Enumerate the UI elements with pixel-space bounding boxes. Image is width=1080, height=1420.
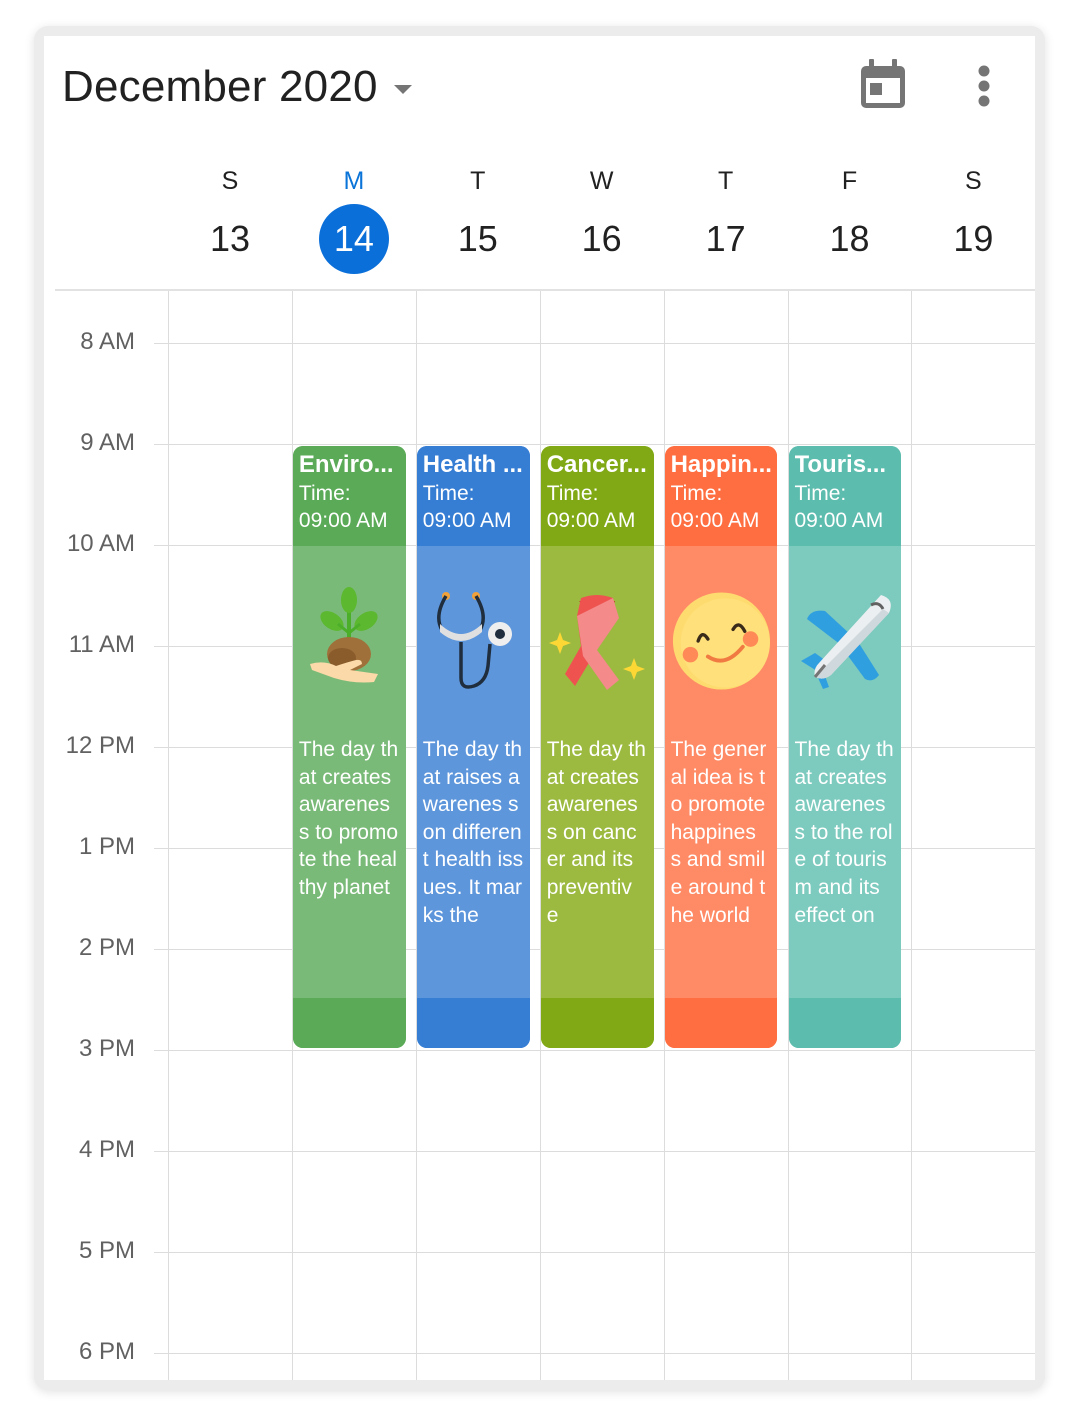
dropdown-caret-icon xyxy=(393,84,412,94)
appointment-footer xyxy=(540,998,654,1048)
more-vert-icon xyxy=(978,65,990,107)
time-label: 8 AM xyxy=(80,328,135,355)
time-label: 12 PM xyxy=(65,732,135,759)
awareness-ribbon-icon xyxy=(547,546,648,736)
hour-line xyxy=(154,1151,1035,1152)
day-header-3[interactable]: W 16 xyxy=(540,164,664,274)
appointment-body: The day that raises awarenes s on differ… xyxy=(416,546,530,998)
appointment-footer xyxy=(292,998,406,1048)
day-number[interactable]: 19 xyxy=(938,204,1008,274)
appointment-body: The day that creates awarenes s on cance… xyxy=(540,546,654,998)
stethoscope-icon xyxy=(423,546,524,736)
day-header-4[interactable]: T 17 xyxy=(664,164,788,274)
day-number[interactable]: 13 xyxy=(195,204,265,274)
appointment-title: Cancer... xyxy=(546,451,647,478)
hour-line xyxy=(154,1353,1035,1354)
appointment-description: The day that creates awarenes s to the r… xyxy=(794,738,894,927)
more-options-button[interactable] xyxy=(969,64,999,110)
appointment-body: The general idea is to promote happines … xyxy=(664,546,778,998)
day-number[interactable]: 17 xyxy=(691,204,761,274)
appointment-time-label: Time: xyxy=(794,482,847,505)
day-header-1[interactable]: M 14 xyxy=(292,164,416,274)
appointment-description: The day that raises awarenes s on differ… xyxy=(422,738,524,927)
appointment-title: Health ... xyxy=(422,451,523,478)
airplane-icon xyxy=(795,546,896,736)
day-name: T xyxy=(717,167,734,195)
appointment-time: 09:00 AM xyxy=(546,509,636,532)
appointment-time-label: Time: xyxy=(670,482,723,505)
appointment-title: Happin... xyxy=(670,451,772,478)
day-header-6[interactable]: S 19 xyxy=(911,164,1035,274)
appointment-time-label: Time: xyxy=(298,482,351,505)
appointment-time-label: Time: xyxy=(546,482,599,505)
plant-in-hand-icon xyxy=(299,546,400,736)
time-label: 5 PM xyxy=(78,1237,135,1264)
time-label: 4 PM xyxy=(78,1136,135,1163)
day-header-5[interactable]: F 18 xyxy=(788,164,912,274)
month-picker[interactable]: December 2020 xyxy=(62,62,412,112)
appointment-time: 09:00 AM xyxy=(298,509,388,532)
time-label: 1 PM xyxy=(78,833,135,860)
appointment-2[interactable]: Cancer... Time: 09:00 AM The day that crea… xyxy=(540,446,654,1048)
appointment-description: The general idea is to promote happines … xyxy=(670,738,767,927)
day-number[interactable]: 16 xyxy=(567,204,637,274)
time-grid[interactable]: 8 AM 9 AM 10 AM 11 AM 12 PM 1 PM 2 PM 3 PM 4 PM 5… xyxy=(44,291,1035,1380)
day-column-divider xyxy=(168,291,169,1380)
appointment-0[interactable]: Enviro... Time: 09:00 AM The day that crea… xyxy=(292,446,406,1048)
day-header-0[interactable]: S 13 xyxy=(168,164,292,274)
appointment-body: The day that creates awarenes s to promo… xyxy=(292,546,406,998)
appointment-header: Cancer... Time: 09:00 AM xyxy=(540,446,654,546)
appointment-footer xyxy=(664,998,778,1048)
appointment-header: Health ... Time: 09:00 AM xyxy=(416,446,530,546)
today-button[interactable] xyxy=(859,58,907,110)
day-number[interactable]: 18 xyxy=(815,204,885,274)
appointment-time-label: Time: xyxy=(422,482,475,505)
appointment-footer xyxy=(788,998,902,1048)
time-label: 10 AM xyxy=(66,530,135,557)
time-label: 9 AM xyxy=(80,429,135,456)
day-number[interactable]: 15 xyxy=(443,204,513,274)
appointment-1[interactable]: Health ... Time: 09:00 AM The day that rai… xyxy=(416,446,530,1048)
hour-line xyxy=(154,444,1035,445)
day-header-2[interactable]: T 15 xyxy=(416,164,540,274)
appointment-header: Touris... Time: 09:00 AM xyxy=(788,446,902,546)
day-name: W xyxy=(589,167,614,195)
appointment-footer xyxy=(416,998,530,1048)
day-name: T xyxy=(470,167,486,195)
time-label: 2 PM xyxy=(78,934,135,961)
appointment-description: The day that creates awarenes s on cance… xyxy=(546,738,646,927)
day-number-today[interactable]: 14 xyxy=(318,204,389,274)
appointment-title: Enviro... xyxy=(298,451,394,478)
time-label: 11 AM xyxy=(68,631,135,658)
calendar-card: December 2020 S 13 M 14 T 15 W 16 T 17 F 18 S 19 8 AM… xyxy=(44,36,1035,1380)
time-label: 6 PM xyxy=(78,1338,135,1365)
hour-line xyxy=(154,1050,1035,1051)
hour-line xyxy=(154,343,1035,344)
time-label: 3 PM xyxy=(78,1035,135,1062)
day-name: S xyxy=(221,167,239,195)
day-name: S xyxy=(965,167,982,195)
hour-line xyxy=(154,1252,1035,1253)
appointment-3[interactable]: Happin... Time: 09:00 AM The general idea … xyxy=(664,446,778,1048)
appointment-time: 09:00 AM xyxy=(794,509,884,532)
day-name: M xyxy=(343,167,365,195)
month-title: December 2020 xyxy=(62,62,378,111)
appointment-title: Touris... xyxy=(794,451,887,478)
appointment-time: 09:00 AM xyxy=(422,509,512,532)
calendar-today-icon xyxy=(861,59,905,108)
appointment-header: Enviro... Time: 09:00 AM xyxy=(292,446,406,546)
appointment-time: 09:00 AM xyxy=(670,509,760,532)
appointment-header: Happin... Time: 09:00 AM xyxy=(664,446,778,546)
appointment-4[interactable]: Touris... Time: 09:00 AM The day that crea… xyxy=(788,446,902,1048)
day-name: F xyxy=(841,167,858,195)
appointment-description: The day that creates awarenes s to promo… xyxy=(298,738,399,899)
day-column-divider xyxy=(911,291,913,1380)
appointment-body: The day that creates awarenes s to the r… xyxy=(788,546,902,998)
smiley-face-icon xyxy=(671,546,772,736)
